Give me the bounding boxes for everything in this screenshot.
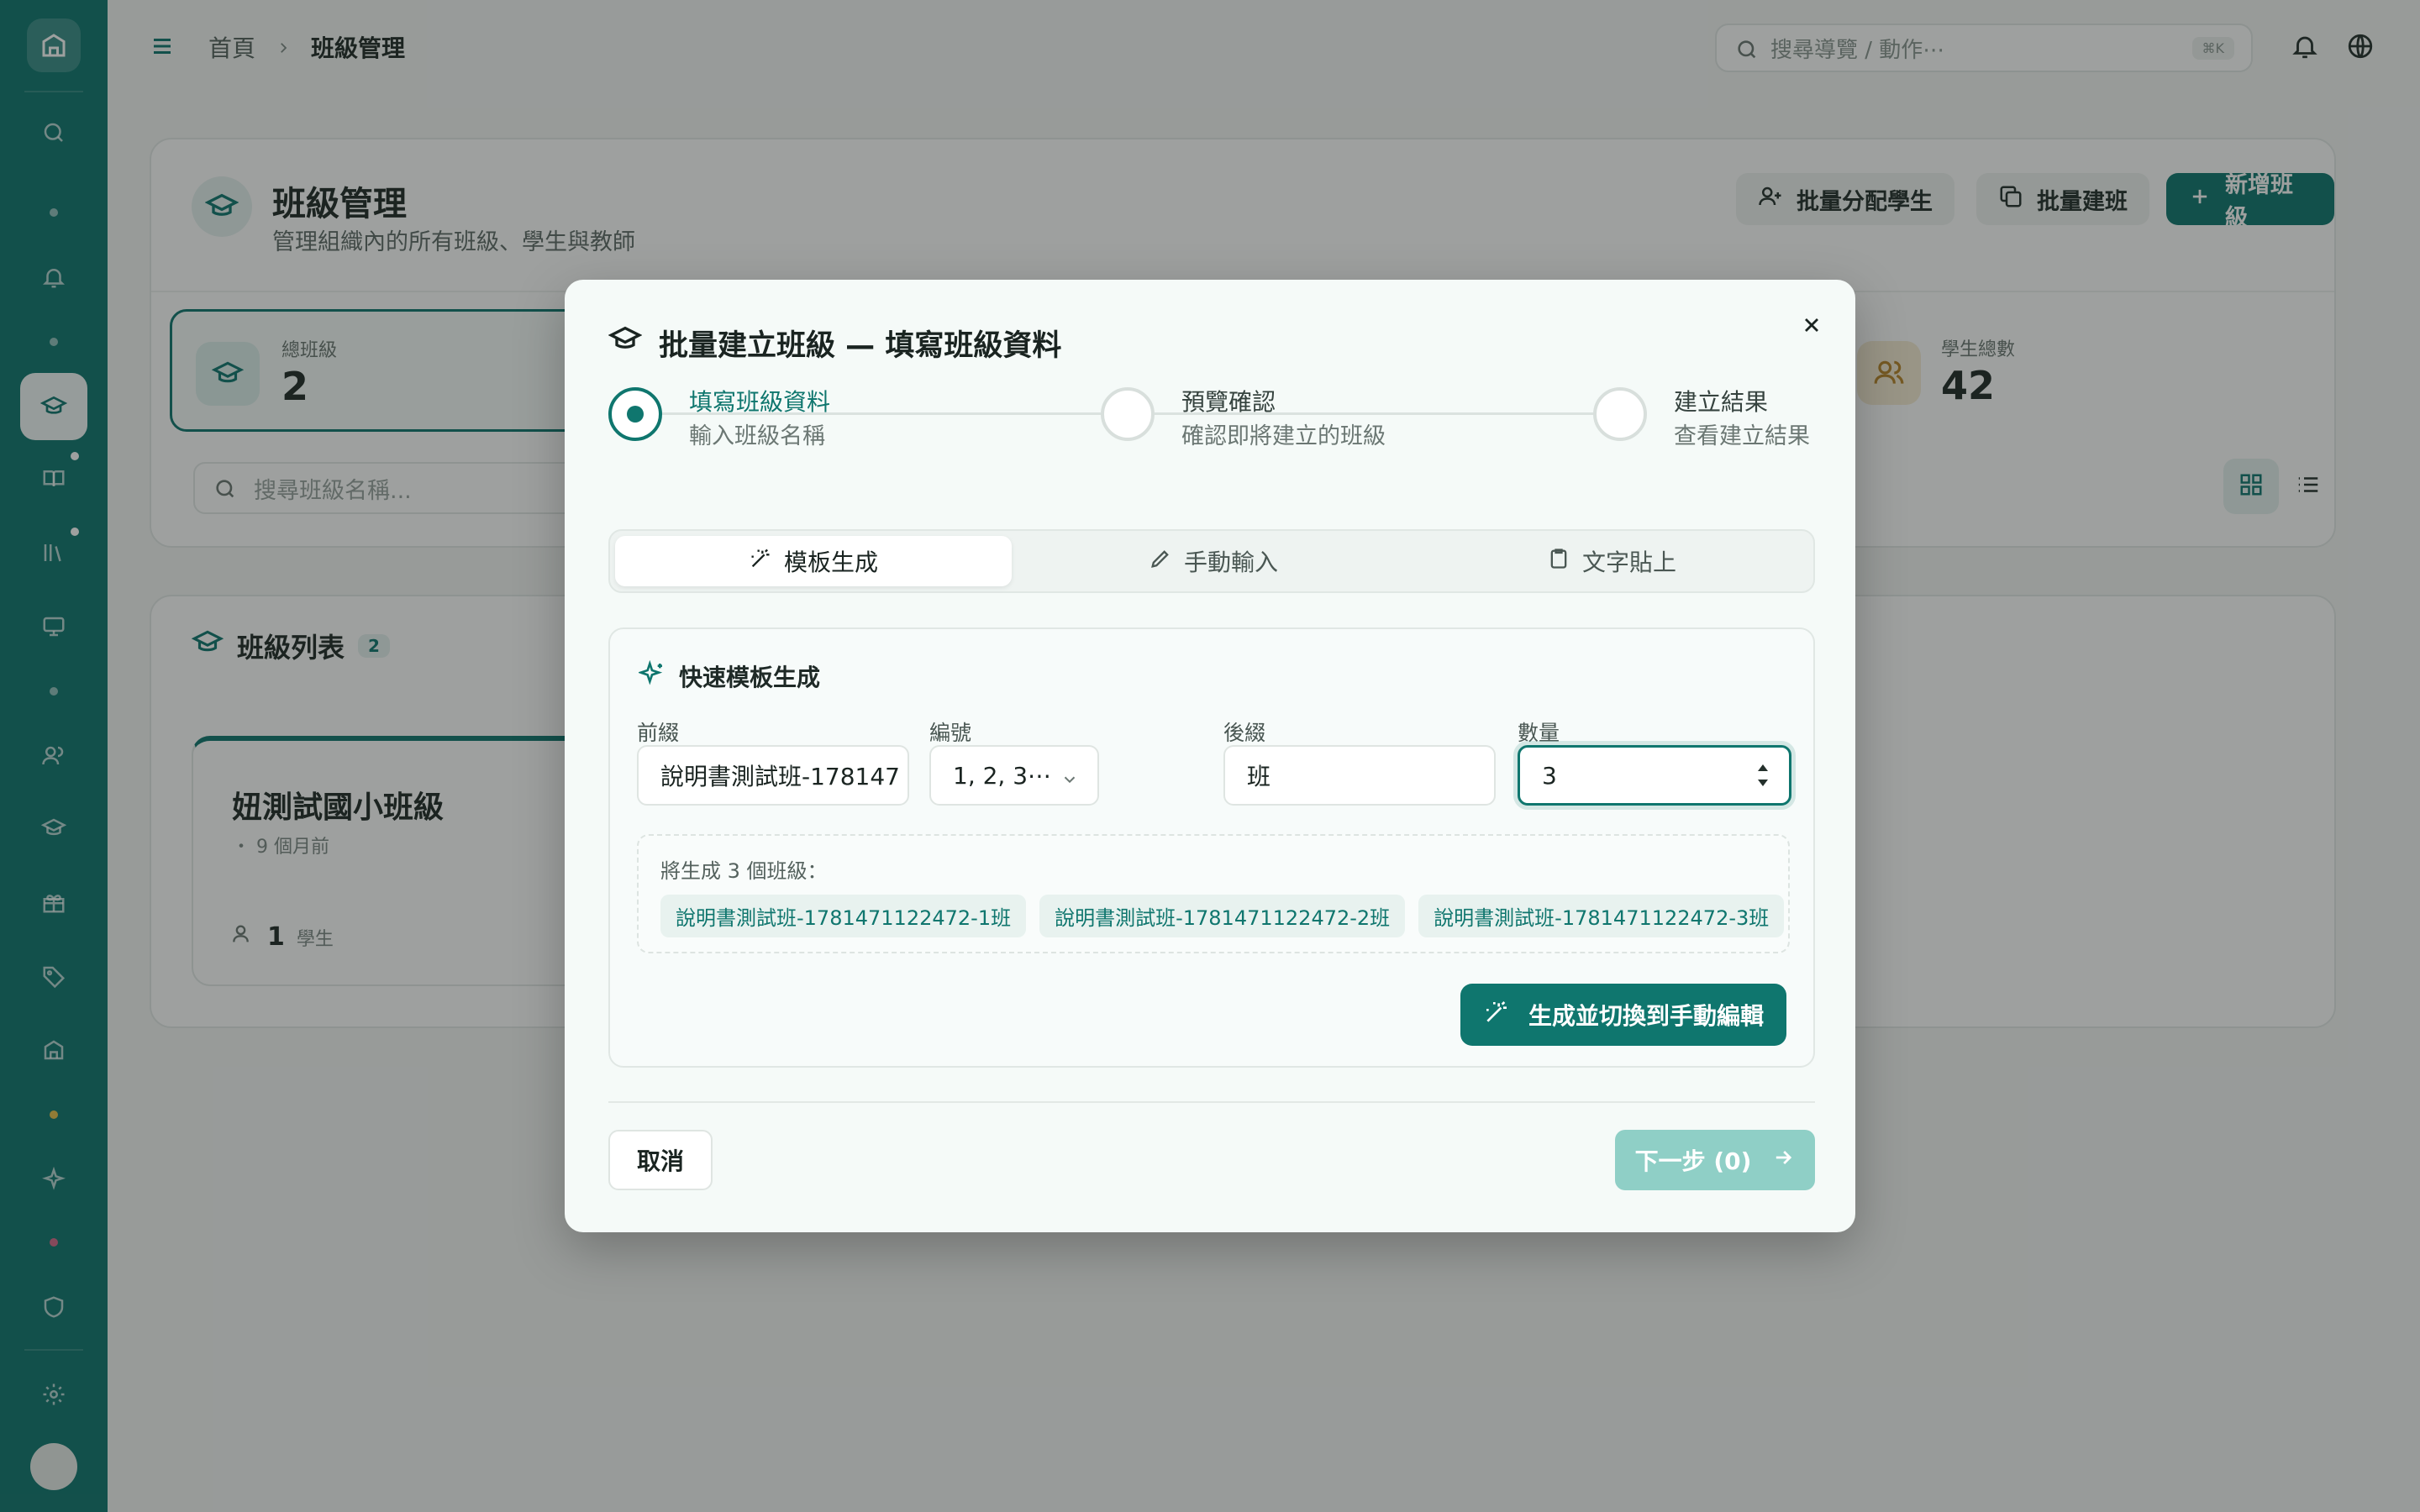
- batch-create-class-dialog: 批量建立班級 — 填寫班級資料 填寫班級資料 輸入班級名稱 預覽確認 確認即將建…: [565, 280, 1855, 1232]
- suffix-label: 後綴: [1223, 721, 1266, 745]
- pencil-icon: [1149, 547, 1172, 576]
- preview-chip-list: 說明書測試班-1781471122472-1班 說明書測試班-178147112…: [660, 895, 1785, 937]
- template-panel-title: 快速模板生成: [637, 659, 821, 693]
- preview-chip: 說明書測試班-1781471122472-2班: [1039, 895, 1406, 937]
- step-title: 建立結果: [1674, 388, 1769, 416]
- step-subtitle: 查看建立結果: [1674, 423, 1810, 449]
- cancel-button[interactable]: 取消: [608, 1130, 713, 1190]
- suffix-value: 班: [1247, 763, 1271, 790]
- prefix-label: 前綴: [637, 721, 680, 745]
- step-indicator: [1101, 387, 1155, 441]
- preview-label: 將生成 3 個班級：: [660, 859, 828, 883]
- preview-chip: 說明書測試班-1781471122472-3班: [1418, 895, 1785, 937]
- generate-and-switch-button[interactable]: 生成並切換到手動編輯: [1460, 984, 1786, 1046]
- tab-template[interactable]: 模板生成: [615, 536, 1012, 586]
- tab-label: 模板生成: [783, 549, 878, 576]
- quantity-label: 數量: [1518, 721, 1560, 745]
- numbering-value: 1, 2, 3⋯: [953, 761, 1052, 790]
- suffix-input[interactable]: 班: [1223, 745, 1496, 806]
- step-indicator: [1593, 387, 1647, 441]
- dialog-title: 批量建立班級 — 填寫班級資料: [608, 322, 1061, 365]
- next-step-label: 下一步 (0): [1634, 1147, 1752, 1175]
- tab-manual[interactable]: 手動輸入: [1015, 536, 1412, 586]
- template-panel: 快速模板生成 前綴 說明書測試班-178147 編號 1, 2, 3⋯ 後綴 班…: [608, 627, 1815, 1068]
- step-subtitle: 輸入班級名稱: [689, 423, 825, 449]
- chevron-down-icon: [1060, 767, 1079, 795]
- step-indicator-active: [608, 387, 662, 441]
- stepper: 填寫班級資料 輸入班級名稱 預覽確認 確認即將建立的班級 建立結果 查看建立結果: [608, 384, 1815, 459]
- step-title: 填寫班級資料: [689, 388, 831, 416]
- tab-label: 手動輸入: [1183, 549, 1278, 576]
- magic-wand-icon: [749, 547, 772, 576]
- prefix-value: 說明書測試班-178147: [660, 763, 900, 790]
- spinner-arrows-icon[interactable]: [1755, 763, 1770, 788]
- arrow-right-icon: [1771, 1146, 1795, 1175]
- step-subtitle: 確認即將建立的班級: [1181, 423, 1386, 449]
- prefix-input[interactable]: 說明書測試班-178147: [637, 745, 909, 806]
- close-icon: [1800, 313, 1823, 340]
- generation-preview: 將生成 3 個班級： 說明書測試班-1781471122472-1班 說明書測試…: [637, 834, 1790, 953]
- dialog-title-text: 批量建立班級 — 填寫班級資料: [659, 329, 1062, 363]
- numbering-label: 編號: [929, 721, 972, 745]
- input-mode-tabs: 模板生成 手動輸入 文字貼上: [608, 529, 1815, 593]
- sparkle-icon: [637, 659, 666, 693]
- numbering-select[interactable]: 1, 2, 3⋯: [929, 745, 1099, 806]
- next-step-button[interactable]: 下一步 (0): [1615, 1130, 1815, 1190]
- tab-label: 文字貼上: [1581, 549, 1676, 576]
- close-button[interactable]: [1793, 308, 1830, 345]
- quantity-stepper[interactable]: 3: [1518, 745, 1791, 806]
- clipboard-icon: [1547, 547, 1570, 576]
- dialog-footer-divider: [608, 1101, 1815, 1103]
- generate-and-switch-label: 生成並切換到手動編輯: [1528, 1002, 1764, 1030]
- quantity-value: 3: [1542, 761, 1557, 790]
- tab-paste[interactable]: 文字貼上: [1413, 536, 1810, 586]
- graduation-cap-icon: [608, 323, 643, 364]
- preview-chip: 說明書測試班-1781471122472-1班: [660, 895, 1027, 937]
- template-panel-title-text: 快速模板生成: [679, 664, 821, 691]
- magic-wand-icon: [1483, 999, 1510, 1032]
- step-title: 預覽確認: [1181, 388, 1276, 416]
